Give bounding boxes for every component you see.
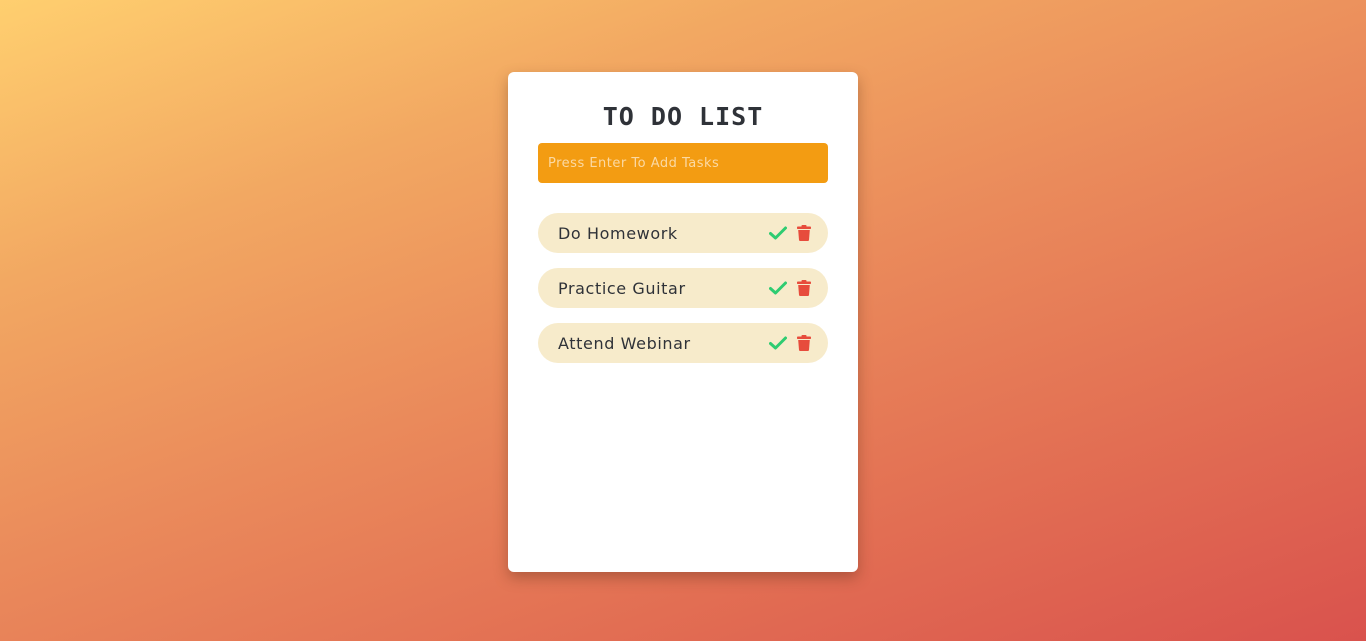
list-item: Do Homework (538, 213, 828, 253)
check-icon[interactable] (768, 223, 788, 243)
trash-icon[interactable] (794, 333, 814, 353)
task-label: Practice Guitar (558, 278, 686, 298)
todo-card: TO DO LIST Do Homework Practice Guitar A… (508, 72, 858, 572)
page-title: TO DO LIST (602, 102, 764, 131)
check-icon[interactable] (768, 333, 788, 353)
task-label: Do Homework (558, 223, 678, 243)
list-item: Practice Guitar (538, 268, 828, 308)
task-input[interactable] (538, 143, 828, 183)
task-label: Attend Webinar (558, 333, 691, 353)
trash-icon[interactable] (794, 223, 814, 243)
list-item: Attend Webinar (538, 323, 828, 363)
task-list: Do Homework Practice Guitar Attend Webin… (538, 213, 828, 363)
trash-icon[interactable] (794, 278, 814, 298)
check-icon[interactable] (768, 278, 788, 298)
